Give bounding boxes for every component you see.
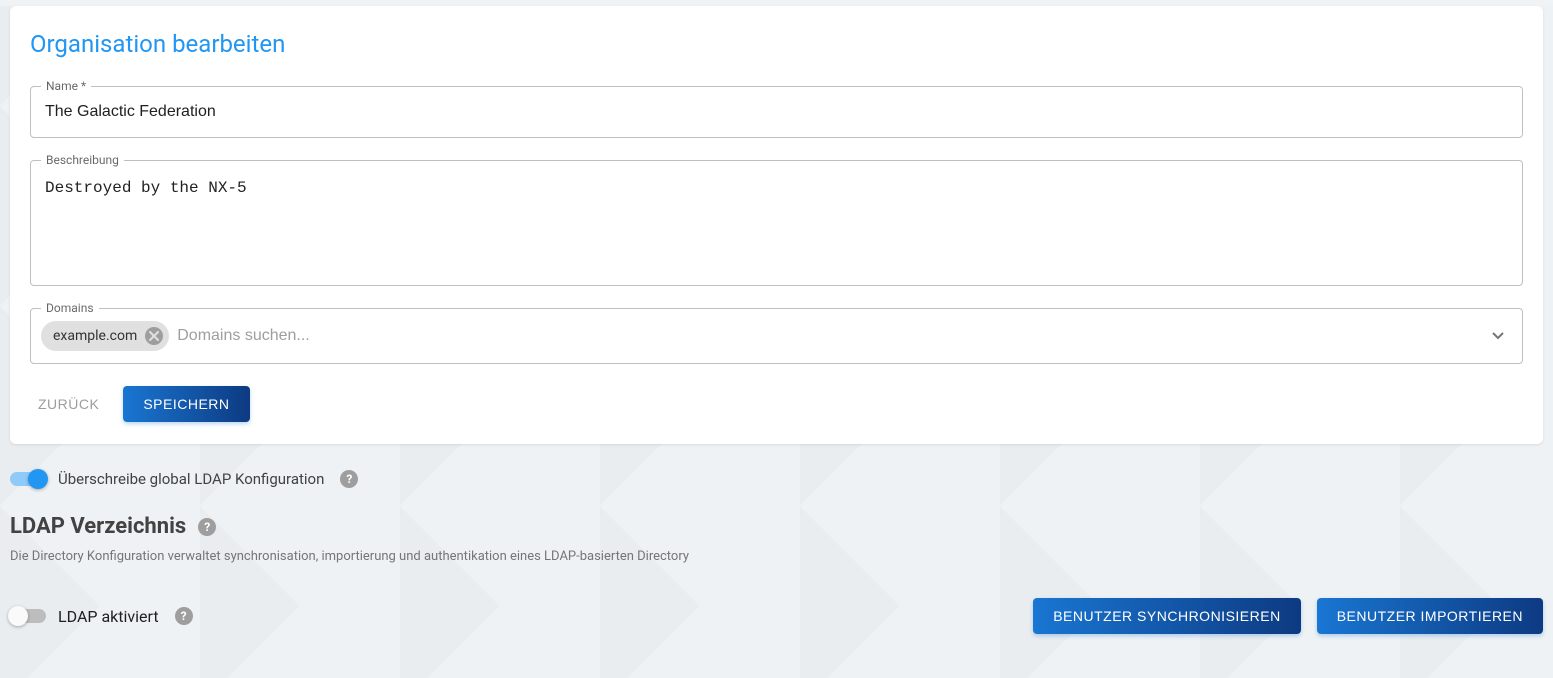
name-input[interactable] <box>31 87 1522 137</box>
sync-users-button[interactable]: BENUTZER SYNCHRONISIEREN <box>1033 598 1300 634</box>
ldap-description: Die Directory Konfiguration verwaltet sy… <box>10 549 1543 564</box>
description-field-wrapper: Beschreibung <box>30 160 1523 286</box>
domains-field-wrapper[interactable]: Domains example.com <box>30 308 1523 364</box>
domains-search-input[interactable] <box>177 327 1482 345</box>
import-users-button[interactable]: BENUTZER IMPORTIEREN <box>1317 598 1543 634</box>
description-label: Beschreibung <box>41 153 124 167</box>
domains-label: Domains <box>41 301 99 315</box>
help-icon[interactable]: ? <box>175 607 193 625</box>
ldap-heading: LDAP Verzeichnis <box>10 514 186 539</box>
ldap-section: Überschreibe global LDAP Konfiguration ?… <box>0 444 1553 634</box>
help-icon[interactable]: ? <box>340 470 358 488</box>
chevron-down-icon[interactable] <box>1486 324 1510 348</box>
override-ldap-label: Überschreibe global LDAP Konfiguration <box>58 470 324 488</box>
ldap-bottom-row: LDAP aktiviert ? BENUTZER SYNCHRONISIERE… <box>10 598 1543 634</box>
override-ldap-row: Überschreibe global LDAP Konfiguration ? <box>10 470 1543 488</box>
save-button[interactable]: SPEICHERN <box>123 386 249 422</box>
help-icon[interactable]: ? <box>198 518 216 536</box>
description-input[interactable] <box>31 161 1522 281</box>
override-ldap-toggle[interactable] <box>10 472 46 486</box>
ldap-enabled-label: LDAP aktiviert <box>58 607 159 626</box>
ldap-enabled-toggle[interactable] <box>10 609 46 623</box>
close-icon[interactable] <box>145 327 163 345</box>
domain-chip: example.com <box>41 321 169 351</box>
name-label: Name * <box>41 79 91 93</box>
ldap-heading-row: LDAP Verzeichnis ? <box>10 514 1543 539</box>
back-button[interactable]: ZURÜCK <box>30 386 107 422</box>
domain-chip-label: example.com <box>53 328 137 344</box>
card-actions: ZURÜCK SPEICHERN <box>30 386 1523 422</box>
card-title: Organisation bearbeiten <box>30 30 1523 58</box>
edit-organisation-card: Organisation bearbeiten Name * Beschreib… <box>10 6 1543 444</box>
name-field-wrapper: Name * <box>30 86 1523 138</box>
